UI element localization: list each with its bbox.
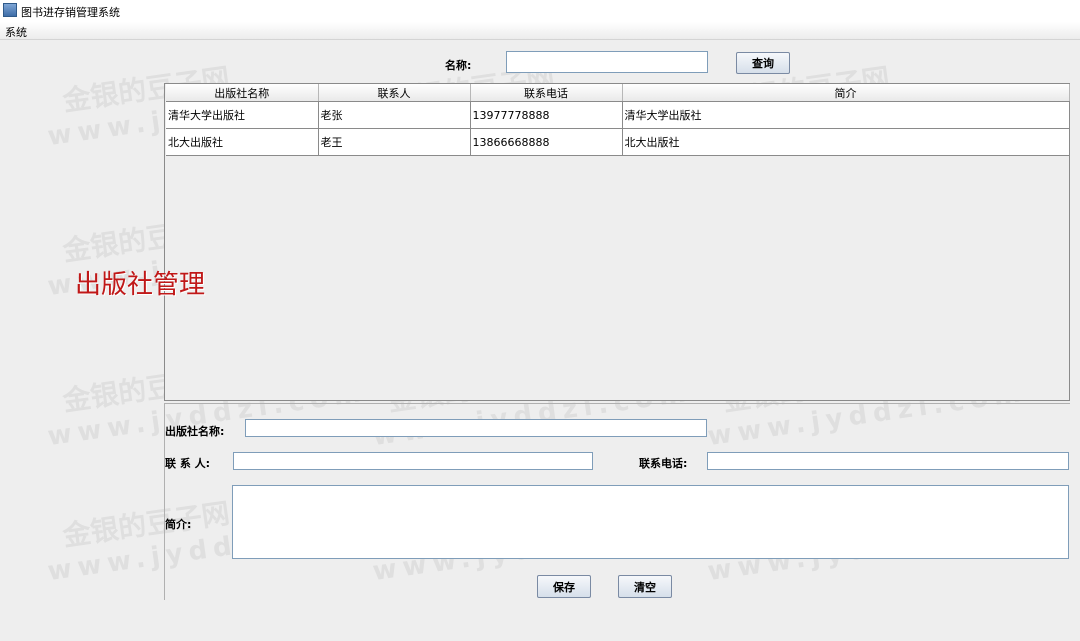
publisher-name-label: 出版社名称: (165, 425, 225, 438)
search-input[interactable] (506, 51, 708, 73)
menu-bar (0, 22, 1080, 40)
menu-item-system[interactable]: 系统 (5, 24, 27, 40)
save-button[interactable]: 保存 (537, 575, 591, 598)
table-cell[interactable]: 老张 (318, 101, 471, 129)
window-title: 图书进存销管理系统 (21, 6, 120, 19)
remark-textarea[interactable] (232, 485, 1069, 559)
table-row[interactable]: 北大出版社 老王 13866668888 北大出版社 (166, 128, 1070, 156)
column-header-contact[interactable]: 联系人 (318, 84, 471, 102)
title-bar (0, 0, 1080, 22)
table-cell[interactable]: 北大出版社 (166, 128, 319, 156)
search-label: 名称: (445, 59, 472, 72)
remark-label: 简介: (165, 518, 192, 531)
table-cell[interactable]: 13977778888 (470, 101, 623, 129)
page-heading: 出版社管理 (75, 270, 206, 300)
table-header-row: 出版社名称 联系人 联系电话 简介 (166, 84, 1070, 102)
publisher-table-panel: 出版社名称 联系人 联系电话 简介 清华大学出版社 老张 13977778888… (164, 83, 1070, 401)
column-header-remark[interactable]: 简介 (622, 84, 1070, 102)
phone-label: 联系电话: (639, 457, 688, 470)
table-cell[interactable]: 13866668888 (470, 128, 623, 156)
contact-input[interactable] (233, 452, 593, 470)
table-cell[interactable]: 老王 (318, 128, 471, 156)
table-cell[interactable]: 清华大学出版社 (166, 101, 319, 129)
phone-input[interactable] (707, 452, 1069, 470)
publisher-name-input[interactable] (245, 419, 707, 437)
publisher-table: 出版社名称 联系人 联系电话 简介 清华大学出版社 老张 13977778888… (166, 84, 1070, 156)
clear-button[interactable]: 清空 (618, 575, 672, 598)
table-cell[interactable]: 北大出版社 (622, 128, 1070, 156)
app-icon (3, 3, 17, 17)
contact-label: 联 系 人: (165, 457, 211, 470)
query-button[interactable]: 查询 (736, 52, 790, 74)
column-header-phone[interactable]: 联系电话 (470, 84, 623, 102)
table-row[interactable]: 清华大学出版社 老张 13977778888 清华大学出版社 (166, 101, 1070, 129)
table-cell[interactable]: 清华大学出版社 (622, 101, 1070, 129)
column-header-name[interactable]: 出版社名称 (166, 84, 319, 102)
form-divider (164, 403, 1070, 404)
